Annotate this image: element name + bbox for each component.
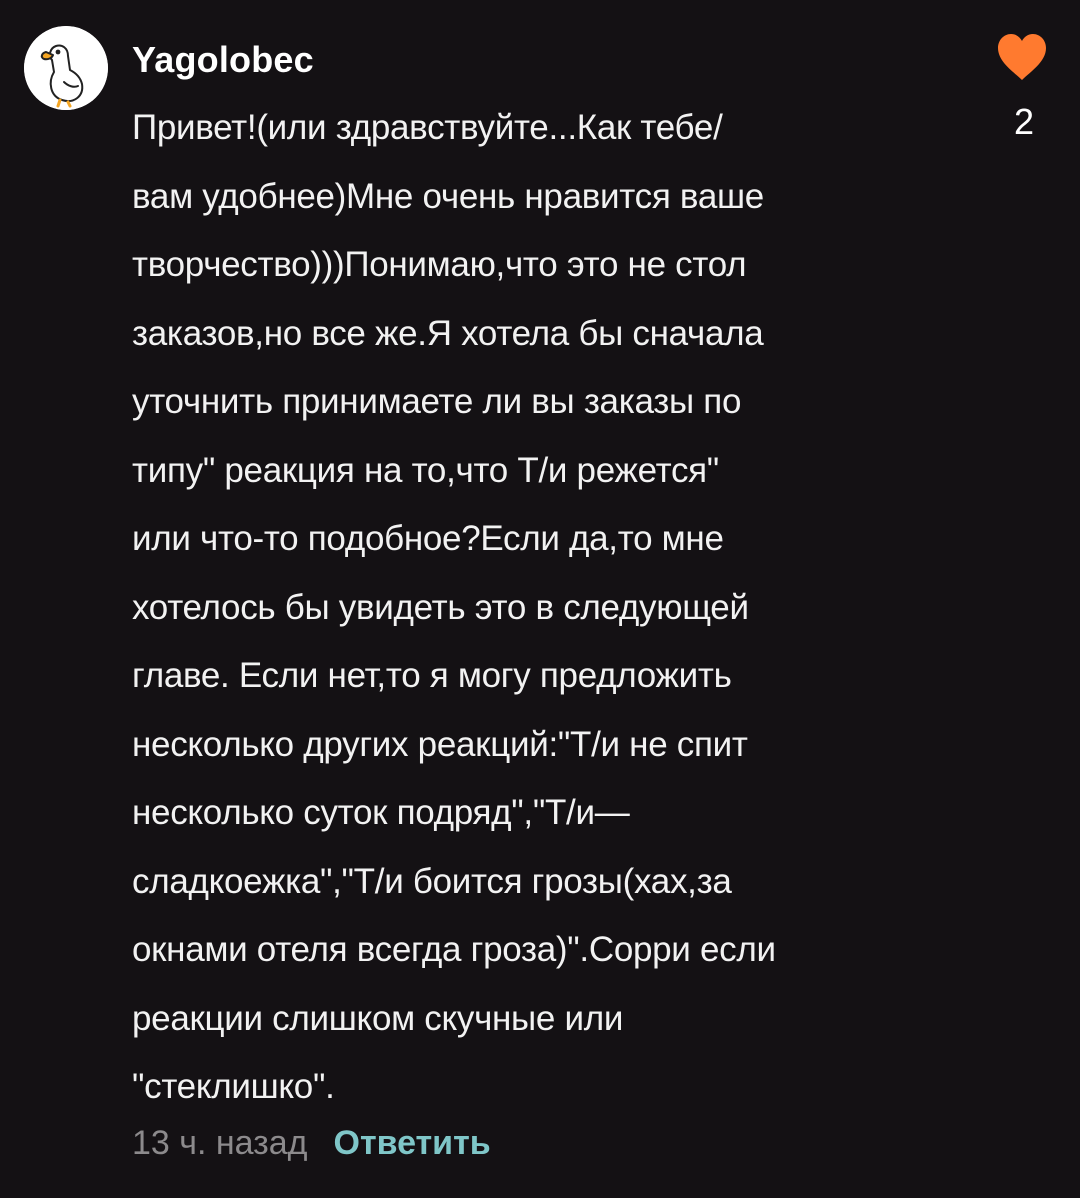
comment-timestamp: 13 ч. назад [132,1124,308,1162]
goose-avatar-icon [24,26,108,110]
comment-meta: 13 ч. назад Ответить [132,1118,491,1168]
comment: Yagolobec Привет!(или здравствуйте...Как… [0,0,1080,1198]
comment-text: Привет!(или здравствуйте...Как тебе/ вам… [132,108,776,1106]
like-count: 2 [1013,101,1035,142]
like-block: 2 [984,30,1060,144]
reply-button[interactable]: Ответить [334,1118,491,1168]
heart-icon[interactable] [994,30,1050,86]
comment-author[interactable]: Yagolobec [132,38,314,82]
avatar[interactable] [24,26,108,110]
